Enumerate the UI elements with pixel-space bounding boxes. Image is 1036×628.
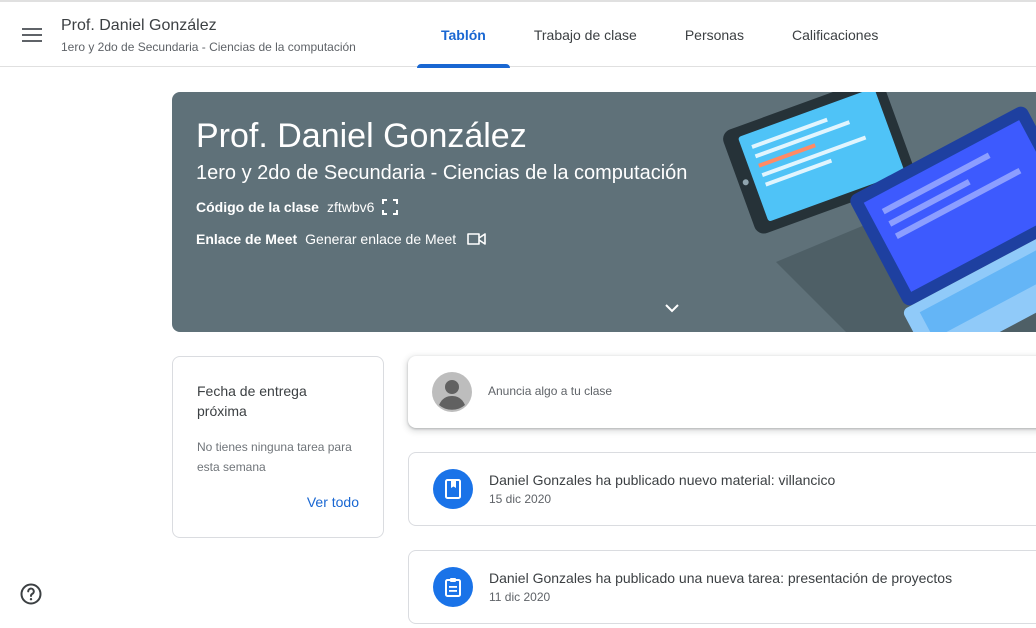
class-section: 1ero y 2do de Secundaria - Ciencias de l… [61, 40, 356, 54]
post-title: Daniel Gonzales ha publicado nuevo mater… [489, 472, 836, 488]
video-camera-icon[interactable] [466, 231, 488, 247]
banner-section: 1ero y 2do de Secundaria - Ciencias de l… [196, 162, 688, 184]
class-code-label: Código de la clase [196, 199, 319, 215]
hamburger-menu-icon [22, 28, 42, 42]
top-app-bar: Prof. Daniel González 1ero y 2do de Secu… [0, 0, 1036, 68]
tab-grades[interactable]: Calificaciones [768, 2, 902, 67]
upcoming-message: No tienes ninguna tarea para esta semana [197, 440, 352, 474]
upcoming-card: Fecha de entrega próxima No tienes ningu… [172, 356, 384, 538]
view-all-link[interactable]: Ver todo [307, 494, 359, 510]
expand-chevron-icon[interactable] [660, 298, 684, 318]
tab-stream[interactable]: Tablón [417, 2, 510, 68]
class-code-value: zftwbv6 [326, 199, 375, 215]
post-icon-badge [433, 469, 473, 509]
class-tabs: Tablón Trabajo de clase Personas Calific… [417, 2, 902, 68]
assignment-icon [445, 578, 461, 597]
tab-people[interactable]: Personas [661, 2, 768, 67]
announce-placeholder: Anuncia algo a tu clase [488, 384, 613, 398]
avatar [432, 372, 472, 412]
post-date: 15 dic 2020 [489, 492, 552, 506]
help-icon[interactable] [19, 582, 43, 606]
generate-meet-link[interactable]: Generar enlace de Meet [305, 231, 456, 247]
stream-post[interactable]: Daniel Gonzales ha publicado nuevo mater… [408, 452, 1036, 526]
post-icon-badge [433, 567, 473, 607]
class-title[interactable]: Prof. Daniel González [61, 17, 217, 35]
post-date: 11 dic 2020 [489, 590, 551, 604]
upcoming-title: Fecha de entrega próxima [197, 383, 307, 419]
devices-illustration [723, 92, 1036, 332]
class-banner: Prof. Daniel González 1ero y 2do de Secu… [172, 92, 1036, 332]
stream-post[interactable]: Daniel Gonzales ha publicado una nueva t… [408, 550, 1036, 624]
material-book-icon [445, 479, 461, 499]
meet-link-label: Enlace de Meet [196, 231, 298, 247]
class-code-row: Código de la clase zftwbv6 [196, 199, 399, 215]
fullscreen-icon[interactable] [382, 199, 399, 215]
post-title: Daniel Gonzales ha publicado una nueva t… [489, 570, 953, 586]
tab-classwork[interactable]: Trabajo de clase [510, 2, 661, 67]
meet-link-row: Enlace de Meet Generar enlace de Meet [196, 231, 488, 247]
banner-class-name: Prof. Daniel González [196, 117, 527, 155]
main-menu-button[interactable] [14, 17, 50, 53]
announce-box[interactable]: Anuncia algo a tu clase [408, 356, 1036, 428]
